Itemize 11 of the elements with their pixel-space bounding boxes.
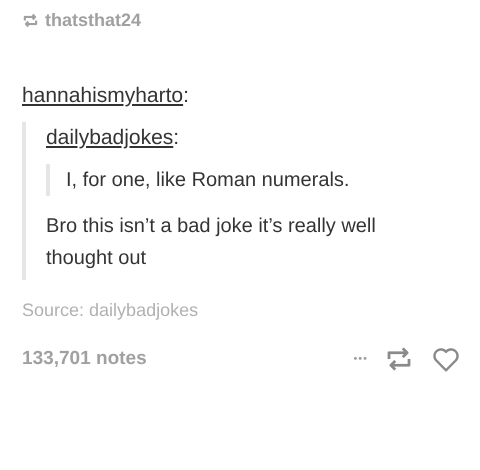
username-link[interactable]: dailybadjokes (46, 126, 174, 149)
more-icon[interactable]: ••• (353, 353, 368, 365)
username-link[interactable]: hannahismyharto (22, 84, 184, 107)
source-text: Source: dailybadjokes (22, 300, 200, 321)
username[interactable]: thatsthat24 (45, 10, 142, 30)
colon: : (173, 126, 180, 149)
notes-count[interactable]: 133,701 notes (22, 348, 147, 370)
reblog-icon (22, 12, 39, 28)
reply-text: Bro this isn’t a bad joke it’s really well thought out (46, 214, 377, 271)
colon: : (183, 84, 189, 107)
quote-text: I, for one, like Roman numerals. (66, 168, 350, 193)
